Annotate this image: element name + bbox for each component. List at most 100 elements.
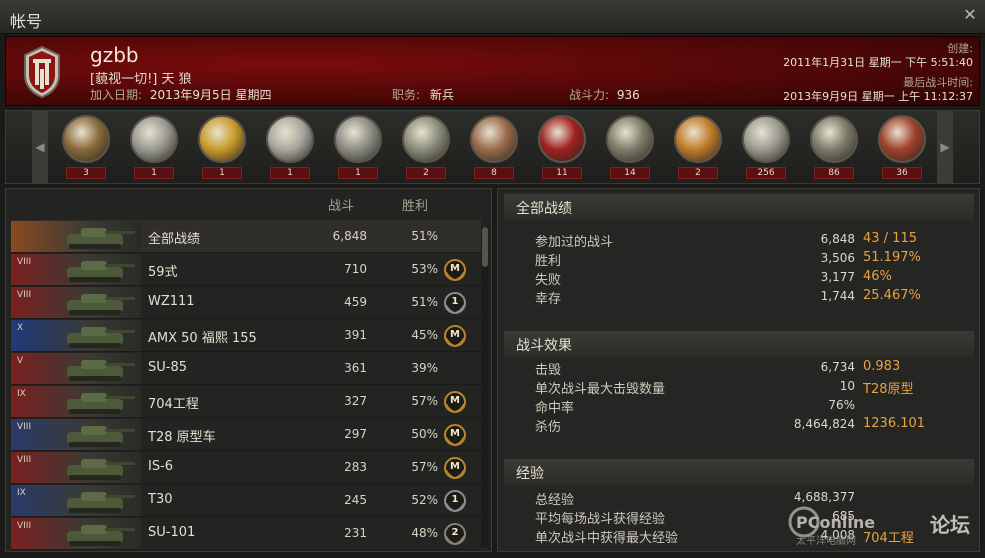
mastery-badge-icon: M (443, 456, 467, 480)
clan-role: 职务: 新兵 (392, 86, 454, 103)
stat-extra: 1236.101 (863, 416, 926, 431)
stat-label: 命中率 (535, 401, 575, 416)
tier-label: VIII (17, 455, 32, 465)
vehicle-row[interactable]: V SU-85 361 39% (11, 352, 481, 385)
vehicle-row[interactable]: VIII SU-101 231 48% 2 (11, 517, 481, 550)
stats-panel: 全部战绩 参加过的战斗 6,848 43 / 115 胜利 3,506 51.197% 失败 3… (497, 188, 980, 552)
stat-extra: 25.467% (863, 288, 921, 303)
tank-badge-medal-icon[interactable]: 2 (396, 115, 452, 181)
role-label: 职务: (392, 88, 421, 102)
medal-count: 256 (746, 167, 786, 179)
tier-label: VIII (17, 422, 32, 432)
scroll-left-icon[interactable]: ◀ (32, 111, 48, 183)
mastery-badge-icon: 2 (443, 522, 467, 546)
vehicle-row[interactable]: VIII 59式 710 53% M (11, 253, 481, 286)
mastery-badge-icon: 1 (443, 489, 467, 513)
mastery-badge-label: M (450, 263, 460, 274)
vehicle-row[interactable]: IX T30 245 52% 1 (11, 484, 481, 517)
tank-thumbnail-icon (11, 320, 141, 351)
tier-label: V (17, 356, 24, 366)
mastery-badge-icon: M (443, 423, 467, 447)
vehicle-row[interactable]: VIII IS-6 283 57% M (11, 451, 481, 484)
shield-tank-medal-icon[interactable]: 86 (804, 115, 860, 181)
mastery-badge-label: 1 (451, 296, 459, 307)
vehicle-winrate: 48% (411, 526, 438, 540)
tank-thumbnail-icon (11, 485, 141, 516)
vehicle-battles: 391 (344, 328, 367, 342)
scroll-right-icon[interactable]: ▶ (937, 111, 953, 183)
clan-tag[interactable]: [藐视一切!] 天 狼 (90, 68, 192, 87)
medal-disc (606, 115, 654, 163)
flame-tank-medal-icon[interactable]: 36 (872, 115, 928, 181)
stat-label: 幸存 (535, 292, 562, 307)
medal-count: 1 (338, 167, 378, 179)
tank-laurel-medal-icon[interactable]: 1 (124, 115, 180, 181)
vehicle-name: 全部战绩 (148, 232, 201, 247)
vehicle-row-total[interactable]: 全部战绩 6,848 51% (11, 220, 481, 253)
wins-column-header[interactable]: 胜利 (402, 195, 428, 214)
vehicle-list-scrollbar[interactable] (481, 227, 489, 547)
vehicle-name: IS-6 (148, 459, 174, 474)
red-shield-medal-icon[interactable]: 11 (532, 115, 588, 181)
medal-disc (878, 115, 926, 163)
gold-tank-star-medal-icon[interactable]: 1 (192, 115, 248, 181)
medal-count: 36 (882, 167, 922, 179)
vehicle-name: T28 原型车 (148, 430, 216, 445)
power-value: 936 (616, 88, 640, 102)
stat-row: 单次战斗最大击毁数量 10 T28原型 (535, 378, 975, 397)
stat-extra: 0.983 (863, 359, 901, 374)
close-icon[interactable]: ✕ (961, 6, 979, 24)
vehicle-name: WZ111 (148, 294, 195, 309)
mastery-badge-label: M (450, 461, 460, 472)
stat-label: 单次战斗最大击毁数量 (535, 382, 666, 397)
pconline-watermark: PConline 太平洋电脑网 论坛 (788, 506, 970, 547)
silver-tank-medal-icon[interactable]: 1 (260, 115, 316, 181)
stat-value: 76% (828, 398, 855, 412)
vehicle-row[interactable]: X AMX 50 福熙 155 391 45% M (11, 319, 481, 352)
medal-count: 2 (678, 167, 718, 179)
vehicle-battles: 283 (344, 460, 367, 474)
tier-label: IX (17, 488, 26, 498)
stat-value: 8,464,824 (793, 417, 855, 431)
medal-count: 14 (610, 167, 650, 179)
vehicle-row[interactable]: IX 704工程 327 57% M (11, 385, 481, 418)
medal-disc (198, 115, 246, 163)
medal-strip: ◀ ▶ 3 1 1 1 1 2 8 11 14 2 256 86 36 (5, 110, 980, 184)
medal-disc (402, 115, 450, 163)
medal-disc (130, 115, 178, 163)
target-tank-medal-icon[interactable]: 256 (736, 115, 792, 181)
vehicle-name: SU-85 (148, 360, 187, 375)
join-date-label: 加入日期: (90, 88, 143, 102)
medal-count: 1 (134, 167, 174, 179)
stat-label: 总经验 (535, 493, 575, 508)
section-header-overall: 全部战绩 (504, 194, 974, 220)
mastery-badge-icon: M (443, 390, 467, 414)
stat-row: 失败 3,177 46% (535, 269, 975, 288)
vehicle-battles: 361 (344, 361, 367, 375)
watermark-forum: 论坛 (930, 513, 970, 537)
mastery-badge-icon: M (443, 258, 467, 282)
battles-column-header[interactable]: 战斗 (328, 195, 354, 214)
vehicle-winrate: 39% (411, 361, 438, 375)
medal-count: 2 (406, 167, 446, 179)
stat-row: 胜利 3,506 51.197% (535, 250, 975, 269)
tank-wreath-medal-icon[interactable]: 14 (600, 115, 656, 181)
stat-label: 胜利 (535, 254, 562, 269)
stat-row: 击毁 6,734 0.983 (535, 359, 975, 378)
vehicle-row[interactable]: VIII WZ111 459 51% 1 (11, 286, 481, 319)
sun-tank-medal-icon[interactable]: 2 (668, 115, 724, 181)
tier-label: VIII (17, 290, 32, 300)
stat-value: 6,734 (820, 360, 855, 374)
stat-value: 6,848 (820, 232, 855, 246)
vehicle-winrate: 45% (411, 328, 438, 342)
medal-count: 3 (66, 167, 106, 179)
tiger-tank-medal-icon[interactable]: 8 (464, 115, 520, 181)
vehicle-row[interactable]: VIII T28 原型车 297 50% M (11, 418, 481, 451)
tier-label: IX (17, 389, 26, 399)
battle-power: 战斗力: 936 (569, 86, 640, 103)
sword-shield-medal-icon[interactable]: 3 (56, 115, 112, 181)
vehicle-battles: 6,848 (332, 229, 367, 243)
watermark-brand: PConline (796, 513, 875, 532)
tank-guns-medal-icon[interactable]: 1 (328, 115, 384, 181)
tier-label: X (17, 323, 24, 333)
